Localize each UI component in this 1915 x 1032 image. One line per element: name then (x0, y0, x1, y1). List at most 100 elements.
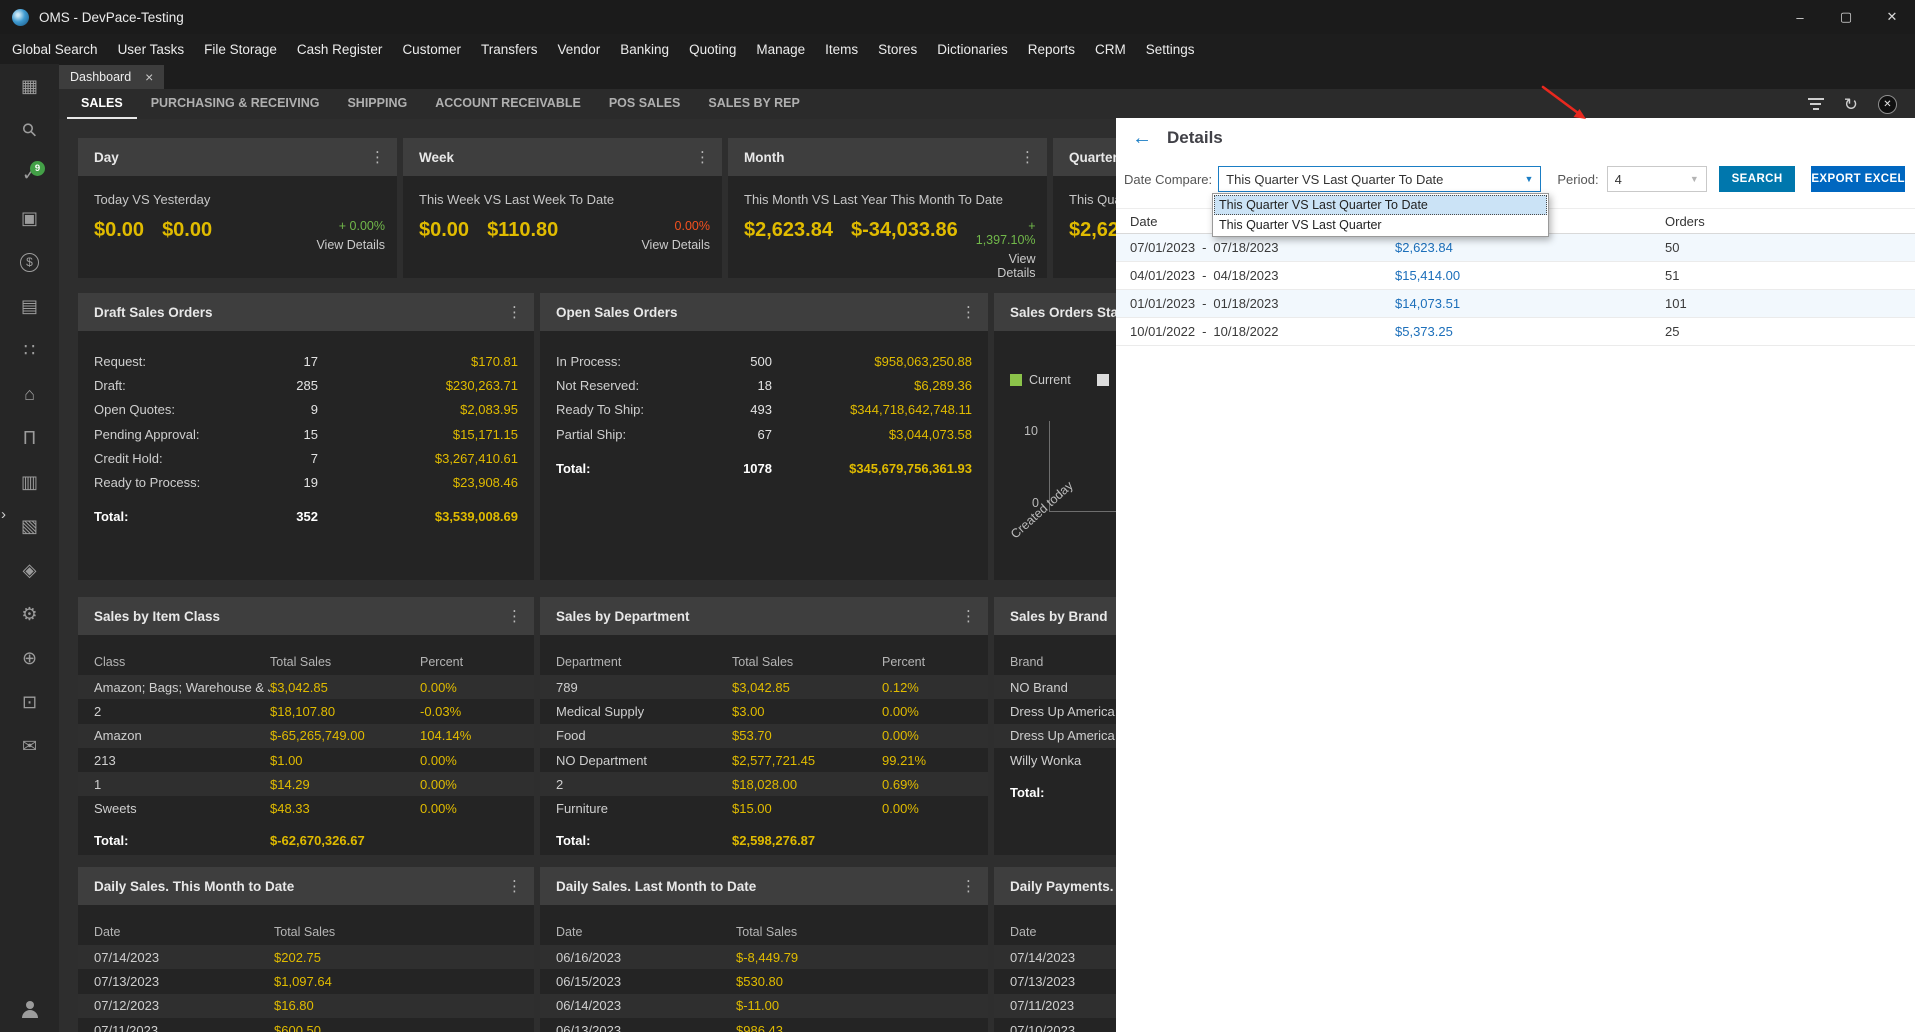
store-icon[interactable]: ⌂ (0, 372, 59, 416)
menu-item[interactable]: Vendor (547, 42, 610, 57)
total-sales-link[interactable]: $14,073.51 (1395, 296, 1665, 311)
total-sales-link[interactable]: $5,373.25 (1395, 324, 1665, 339)
card-menu-icon[interactable]: ⋮ (507, 877, 522, 895)
menu-item[interactable]: Stores (868, 42, 927, 57)
subtab[interactable]: ACCOUNT RECEIVABLE (421, 89, 595, 119)
menu-item[interactable]: Customer (392, 42, 471, 57)
menu-item[interactable]: Banking (610, 42, 679, 57)
refresh-icon[interactable]: ↻ (1844, 96, 1858, 113)
kpi-value-current: $2,623.84 (744, 219, 833, 241)
document-tab-bar: Dashboard × (59, 64, 1915, 89)
remote-desktop-icon[interactable]: ⊡ (0, 680, 59, 724)
card-title: Draft Sales Orders (94, 304, 213, 320)
date-compare-select[interactable]: This Quarter VS Last Quarter To Date ▼ (1218, 166, 1542, 192)
details-title: Details (1167, 128, 1223, 147)
total-sales-link[interactable]: $2,623.84 (1395, 240, 1665, 255)
menu-item[interactable]: Settings (1136, 42, 1205, 57)
table-row: NO Department $2,577,721.45 99.21% (556, 752, 927, 768)
summary-row: Draft: 285 $230,263.71 (94, 377, 518, 393)
menu-item[interactable]: User Tasks (108, 42, 195, 57)
kpi-delta: + 1,397.10% (975, 219, 1036, 247)
tasks-icon[interactable]: ✓ (0, 152, 59, 196)
menu-item[interactable]: File Storage (194, 42, 287, 57)
close-button[interactable]: ✕ (1869, 0, 1915, 34)
minimize-button[interactable]: – (1777, 0, 1823, 34)
menu-item[interactable]: Reports (1018, 42, 1085, 57)
summary-row: Request: 17 $170.81 (94, 353, 518, 369)
subtab[interactable]: PURCHASING & RECEIVING (137, 89, 334, 119)
card-menu-icon[interactable]: ⋮ (507, 607, 522, 625)
card-menu-icon[interactable]: ⋮ (961, 303, 976, 321)
card-menu-icon[interactable]: ⋮ (507, 303, 522, 321)
back-arrow-icon[interactable]: ← (1132, 128, 1152, 148)
search-icon[interactable]: ⚲ (0, 108, 59, 152)
dropdown-option[interactable]: This Quarter VS Last Quarter To Date (1214, 195, 1547, 215)
menu-item[interactable]: Dictionaries (927, 42, 1018, 57)
kpi-delta: 0.00% (674, 219, 710, 233)
view-details-link[interactable]: View Details (641, 238, 710, 252)
clipboard-icon[interactable]: ▥ (0, 460, 59, 504)
tab-close-icon[interactable]: × (145, 69, 153, 85)
settings-icon[interactable]: ⚙ (0, 592, 59, 636)
view-details-link[interactable]: View Details (976, 252, 1035, 278)
bank-icon[interactable]: Π (0, 416, 59, 460)
close-dashboard-icon[interactable]: ✕ (1878, 94, 1897, 114)
dashboard-icon[interactable]: ▦ (0, 64, 59, 108)
summary-row: Ready to Process: 19 $23,908.46 (94, 475, 518, 491)
globe-icon[interactable]: ⊕ (0, 636, 59, 680)
subtab[interactable]: SALES BY REP (694, 89, 813, 119)
table-row: 1 $14.29 0.00% (78, 772, 534, 797)
messages-icon[interactable]: ✉ (0, 724, 59, 768)
card-title: Daily Sales. This Month to Date (94, 878, 295, 894)
tab-dashboard[interactable]: Dashboard × (59, 65, 165, 89)
chart-legend-item[interactable]: Current (1010, 373, 1071, 387)
table-header: Date Total Sales (94, 925, 336, 939)
menu-item[interactable]: Global Search (2, 42, 108, 57)
card-menu-icon[interactable]: ⋮ (1020, 148, 1035, 166)
table-row: 2 $18,107.80 -0.03% (94, 703, 462, 719)
card-menu-icon[interactable]: ⋮ (695, 148, 710, 166)
chart-legend-item[interactable] (1096, 374, 1116, 386)
card-title: Daily Payments. (1010, 878, 1114, 894)
user-profile-icon[interactable] (0, 1001, 59, 1018)
card-menu-icon[interactable]: ⋮ (961, 877, 976, 895)
document-icon[interactable]: ▧ (0, 504, 59, 548)
filter-icon[interactable] (1807, 98, 1824, 110)
table-row: 213 $1.00 0.00% (94, 752, 457, 768)
menu-item[interactable]: Transfers (471, 42, 548, 57)
menu-item[interactable]: Quoting (679, 42, 746, 57)
apps-grid-icon[interactable]: ∷ (0, 328, 59, 372)
sidebar-expander-icon[interactable]: › (1, 506, 6, 523)
table-total-row: Total: $-62,670,326.67 (94, 833, 365, 849)
export-excel-button[interactable]: EXPORT EXCEL (1811, 166, 1905, 192)
card-menu-icon[interactable]: ⋮ (370, 148, 385, 166)
card-title: Day (94, 149, 119, 165)
table-row: Sweets $48.33 0.00% (94, 801, 457, 817)
contacts-icon[interactable]: ▤ (0, 284, 59, 328)
total-sales-link[interactable]: $15,414.00 (1395, 268, 1665, 283)
summary-total-row: Total: 352 $3,539,008.69 (94, 509, 518, 525)
kpi-subtitle: This Month VS Last Year This Month To Da… (744, 192, 1003, 207)
maximize-button[interactable]: ▢ (1823, 0, 1869, 34)
x-axis-label: Created today (1008, 478, 1076, 542)
dropdown-option[interactable]: This Quarter VS Last Quarter (1214, 215, 1547, 235)
menu-item[interactable]: Items (815, 42, 868, 57)
finance-icon[interactable]: $ (0, 240, 59, 284)
subtab[interactable]: POS SALES (595, 89, 695, 119)
menu-item[interactable]: CRM (1085, 42, 1136, 57)
tag-icon[interactable]: ◈ (0, 548, 59, 592)
subtab[interactable]: SALES (67, 89, 137, 119)
draft-sales-orders-card: Draft Sales Orders ⋮ Request: 17 $170.81 (78, 293, 534, 580)
card-menu-icon[interactable]: ⋮ (961, 607, 976, 625)
table-header: Department Total Sales Percent (556, 655, 926, 669)
menu-item[interactable]: Manage (746, 42, 815, 57)
subtab[interactable]: SHIPPING (333, 89, 421, 119)
card-title: Daily Sales. Last Month to Date (556, 878, 757, 894)
view-details-link[interactable]: View Details (316, 238, 385, 252)
projects-icon[interactable]: ▣ (0, 196, 59, 240)
period-select[interactable]: 4 ▼ (1606, 166, 1707, 192)
menu-item[interactable]: Cash Register (287, 42, 393, 57)
summary-row: In Process: 500 $958,063,250.88 (556, 353, 972, 369)
search-button[interactable]: SEARCH (1718, 166, 1796, 192)
daily-sales-this-month-card: Daily Sales. This Month to Date ⋮ Date To… (78, 867, 534, 1032)
